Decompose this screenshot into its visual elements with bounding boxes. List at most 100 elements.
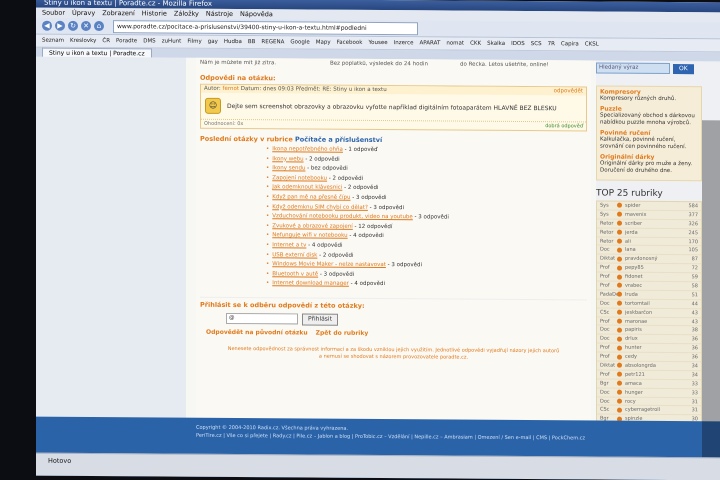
bookmark-item[interactable]: Skalka — [487, 41, 505, 47]
question-link[interactable]: Internet a tv — [272, 242, 306, 248]
list-item: Internet download manager - 4 odpovědi — [266, 280, 591, 292]
question-link[interactable]: Zvukové a obrazové zapojení — [272, 223, 353, 230]
menu-help[interactable]: Nápověda — [240, 9, 273, 19]
good-answer-link[interactable]: dobrá odpověď — [545, 123, 583, 129]
author-link[interactable]: fernot — [223, 86, 240, 92]
user-link[interactable]: absolongrda — [625, 363, 679, 369]
user-icon — [617, 300, 622, 306]
menu-tools[interactable]: Nástroje — [206, 9, 233, 19]
menu-edit[interactable]: Úpravy — [72, 8, 95, 18]
search-input[interactable]: Hledaný výraz — [596, 62, 670, 75]
answer-count: 12 odpovědí — [358, 223, 393, 230]
menu-view[interactable]: Zobrazení — [102, 8, 135, 18]
user-link[interactable]: hunter — [625, 345, 679, 351]
bookmark-item[interactable]: Hudba — [224, 39, 242, 45]
user-link[interactable]: ali — [625, 238, 679, 244]
bookmark-item[interactable]: SCS — [531, 41, 542, 47]
bookmark-item[interactable]: Inzerce — [394, 40, 414, 46]
reply-link[interactable]: odpovědět — [554, 88, 583, 94]
ad-text[interactable]: Bez poplatků, výsledek do 24 hodin — [330, 61, 450, 68]
bookmark-item[interactable]: Google — [290, 39, 309, 45]
bookmark-item[interactable]: CKSL — [585, 41, 599, 47]
bookmark-item[interactable]: Filmy — [187, 39, 201, 45]
user-link[interactable]: petr121 — [625, 372, 679, 378]
question-link[interactable]: Ikona nepotřebného ohňa — [272, 146, 343, 152]
user-link[interactable]: mavenix — [625, 212, 679, 218]
status-bar: Hotovo — [36, 452, 720, 480]
bookmark-item[interactable]: REGENA — [261, 39, 284, 45]
ad-text[interactable]: Nám je můžete mít již zítra. — [200, 60, 320, 67]
bookmark-item[interactable]: nomat — [446, 40, 464, 46]
bookmark-item[interactable]: CKK — [470, 41, 481, 47]
points: 377 — [688, 211, 698, 219]
user-link[interactable]: pravdonosný — [625, 256, 679, 262]
bookmark-item[interactable]: Capira — [561, 41, 579, 47]
question-link[interactable]: Ikony webu — [272, 156, 303, 162]
bookmark-item[interactable]: zuHunt — [162, 38, 182, 44]
reply-original-link[interactable]: Odpovědět na původní otázku — [206, 329, 308, 337]
user-link[interactable]: lana — [625, 247, 679, 253]
points: 326 — [688, 220, 698, 227]
user-link[interactable]: hunger — [625, 389, 679, 395]
bookmark-item[interactable]: gay — [208, 39, 218, 45]
back-icon[interactable]: ◀ — [42, 20, 52, 31]
reload-icon[interactable]: ↻ — [68, 20, 78, 31]
bookmark-item[interactable]: APARAT — [420, 40, 441, 46]
question-link[interactable]: Jak odemknout klávesnici — [272, 185, 342, 191]
question-link[interactable]: Nefunguje wifi v notebooku — [272, 233, 347, 240]
question-link[interactable]: Windows Movie Maker - nelze nastavovat — [272, 261, 386, 268]
question-link[interactable]: Zapojení notebooku — [272, 175, 327, 181]
bookmark-item[interactable]: 7R — [548, 41, 555, 47]
user-link[interactable]: jeskbarčon — [625, 309, 679, 315]
search-ok-button[interactable]: OK — [673, 63, 694, 74]
question-link[interactable]: Když odemknu SIM chybí co dělat? — [272, 204, 368, 211]
question-link[interactable]: Když pan mě na přesně čípu — [272, 194, 350, 201]
question-link[interactable]: Vzduchování notebooku produkt, video na … — [272, 213, 413, 220]
user-link[interactable]: drlux — [625, 336, 679, 342]
home-icon[interactable]: ⌂ — [94, 21, 104, 32]
menu-bookmarks[interactable]: Záložky — [174, 9, 199, 19]
bookmark-item[interactable]: ČR — [102, 38, 110, 44]
disclaimer-text: Nenesete odpovědnost za správnost inform… — [227, 345, 560, 361]
user-link[interactable]: lruda — [625, 292, 679, 298]
user-link[interactable]: scriber — [625, 220, 679, 226]
stop-icon[interactable]: ✕ — [81, 20, 91, 31]
subscribe-button[interactable]: Přihlásit — [302, 313, 338, 326]
question-link[interactable]: Bluetooth v autě — [272, 271, 318, 277]
bookmark-item[interactable]: DMS — [143, 38, 155, 44]
main-column: Nám je můžete mít již zítra. Bez poplatk… — [196, 57, 591, 421]
bookmark-item[interactable]: Mapy — [316, 40, 331, 46]
question-link[interactable]: USB externí disk — [272, 252, 317, 258]
menu-history[interactable]: Historie — [142, 8, 167, 18]
user-link[interactable]: papiris — [625, 327, 679, 333]
bookmark-item[interactable]: BB — [248, 39, 256, 45]
question-link[interactable]: Internet download manager — [272, 281, 349, 288]
user-link[interactable]: cyberragetroll — [625, 407, 679, 413]
bookmark-item[interactable]: Poradte — [116, 38, 137, 44]
user-link[interactable]: tortomtail — [625, 300, 679, 306]
bookmark-item[interactable]: Seznam — [42, 38, 64, 44]
user-link[interactable]: spider — [625, 203, 679, 209]
category-link[interactable]: Počítače a příslušenství — [295, 135, 382, 144]
user-link[interactable]: fidonet — [625, 274, 679, 280]
bookmark-item[interactable]: IDOS — [511, 41, 525, 47]
url-bar[interactable]: www.poradte.cz/pocitace-a-prislusenstvi/… — [113, 19, 418, 35]
user-link[interactable]: cedy — [625, 354, 679, 360]
user-link[interactable]: amaca — [625, 380, 679, 386]
back-to-category-link[interactable]: Zpět do rubriky — [316, 329, 369, 336]
user-link[interactable]: vrabec — [625, 283, 679, 289]
forward-icon[interactable]: ▶ — [55, 20, 65, 31]
user-icon — [617, 318, 622, 324]
question-link[interactable]: Ikony sendu — [272, 165, 305, 171]
email-field[interactable]: @ — [226, 313, 298, 325]
menu-file[interactable]: Soubor — [42, 8, 65, 18]
author-label: Autor: — [204, 85, 221, 92]
bookmark-item[interactable]: Kreslovky — [70, 38, 96, 44]
user-link[interactable]: maronae — [625, 318, 679, 324]
user-link[interactable]: rocy — [625, 398, 679, 404]
user-link[interactable]: pepy85 — [625, 265, 679, 271]
user-link[interactable]: jerda — [625, 229, 679, 235]
ad-text[interactable]: do Řecka. Letos ušetříte, online! — [460, 62, 580, 69]
bookmark-item[interactable]: Yousee — [368, 40, 387, 46]
bookmark-item[interactable]: Facebook — [337, 40, 363, 46]
